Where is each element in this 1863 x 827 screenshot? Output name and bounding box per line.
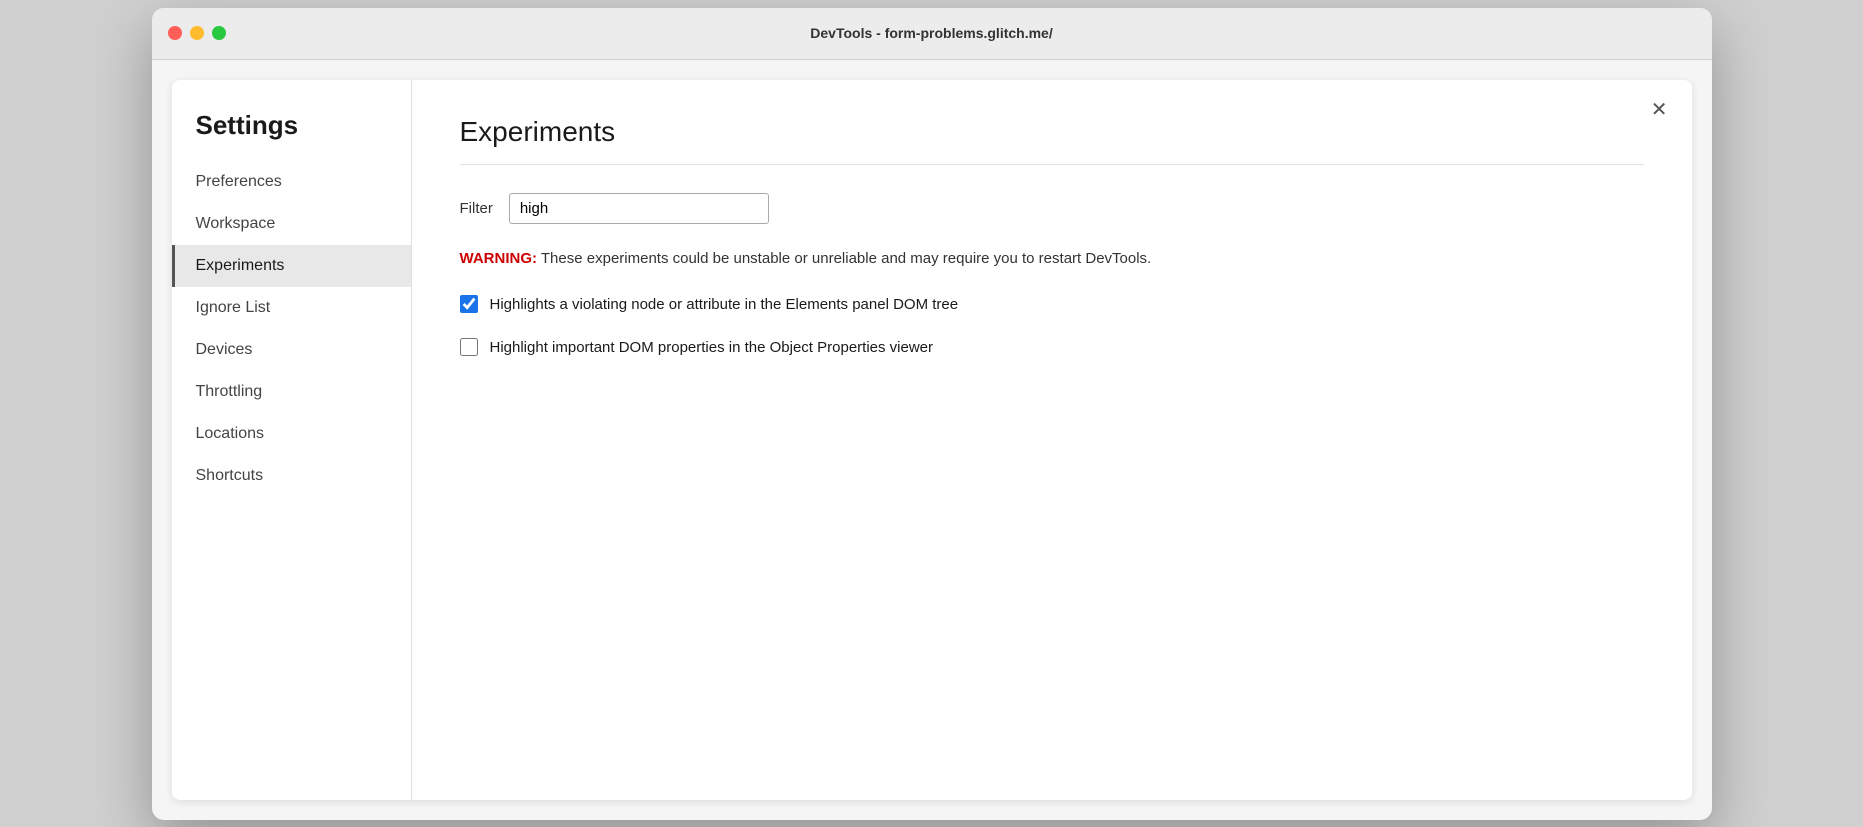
divider bbox=[460, 164, 1644, 165]
maximize-traffic-light[interactable] bbox=[212, 26, 226, 40]
experiment-checkbox-2[interactable] bbox=[460, 338, 478, 356]
sidebar-item-locations[interactable]: Locations bbox=[172, 413, 411, 455]
page-title: Experiments bbox=[460, 116, 1644, 148]
filter-label: Filter bbox=[460, 200, 493, 217]
sidebar-item-experiments[interactable]: Experiments bbox=[172, 245, 411, 287]
sidebar-item-preferences[interactable]: Preferences bbox=[172, 161, 411, 203]
minimize-traffic-light[interactable] bbox=[190, 26, 204, 40]
sidebar-item-throttling[interactable]: Throttling bbox=[172, 371, 411, 413]
content-area: Settings Preferences Workspace Experimen… bbox=[172, 80, 1692, 800]
titlebar: DevTools - form-problems.glitch.me/ bbox=[152, 8, 1712, 60]
warning-text: WARNING: These experiments could be unst… bbox=[460, 248, 1644, 271]
filter-row: Filter bbox=[460, 193, 1644, 224]
traffic-lights bbox=[168, 26, 226, 40]
sidebar-item-workspace[interactable]: Workspace bbox=[172, 203, 411, 245]
experiment-item-1: Highlights a violating node or attribute… bbox=[460, 294, 1644, 317]
sidebar-item-devices[interactable]: Devices bbox=[172, 329, 411, 371]
close-traffic-light[interactable] bbox=[168, 26, 182, 40]
window-title: DevTools - form-problems.glitch.me/ bbox=[810, 25, 1052, 41]
sidebar: Settings Preferences Workspace Experimen… bbox=[172, 80, 412, 800]
sidebar-heading: Settings bbox=[172, 110, 411, 161]
warning-label: WARNING: bbox=[460, 250, 538, 267]
experiment-checkbox-1[interactable] bbox=[460, 295, 478, 313]
main-panel: ✕ Experiments Filter WARNING: These expe… bbox=[412, 80, 1692, 800]
filter-input[interactable] bbox=[509, 193, 769, 224]
devtools-window: DevTools - form-problems.glitch.me/ Sett… bbox=[152, 8, 1712, 820]
warning-message: These experiments could be unstable or u… bbox=[537, 250, 1151, 267]
sidebar-item-ignore-list[interactable]: Ignore List bbox=[172, 287, 411, 329]
close-button[interactable]: ✕ bbox=[1651, 100, 1668, 120]
sidebar-item-shortcuts[interactable]: Shortcuts bbox=[172, 455, 411, 497]
experiment-item-2: Highlight important DOM properties in th… bbox=[460, 337, 1644, 360]
experiment-label-1: Highlights a violating node or attribute… bbox=[490, 294, 959, 317]
experiment-label-2: Highlight important DOM properties in th… bbox=[490, 337, 934, 360]
